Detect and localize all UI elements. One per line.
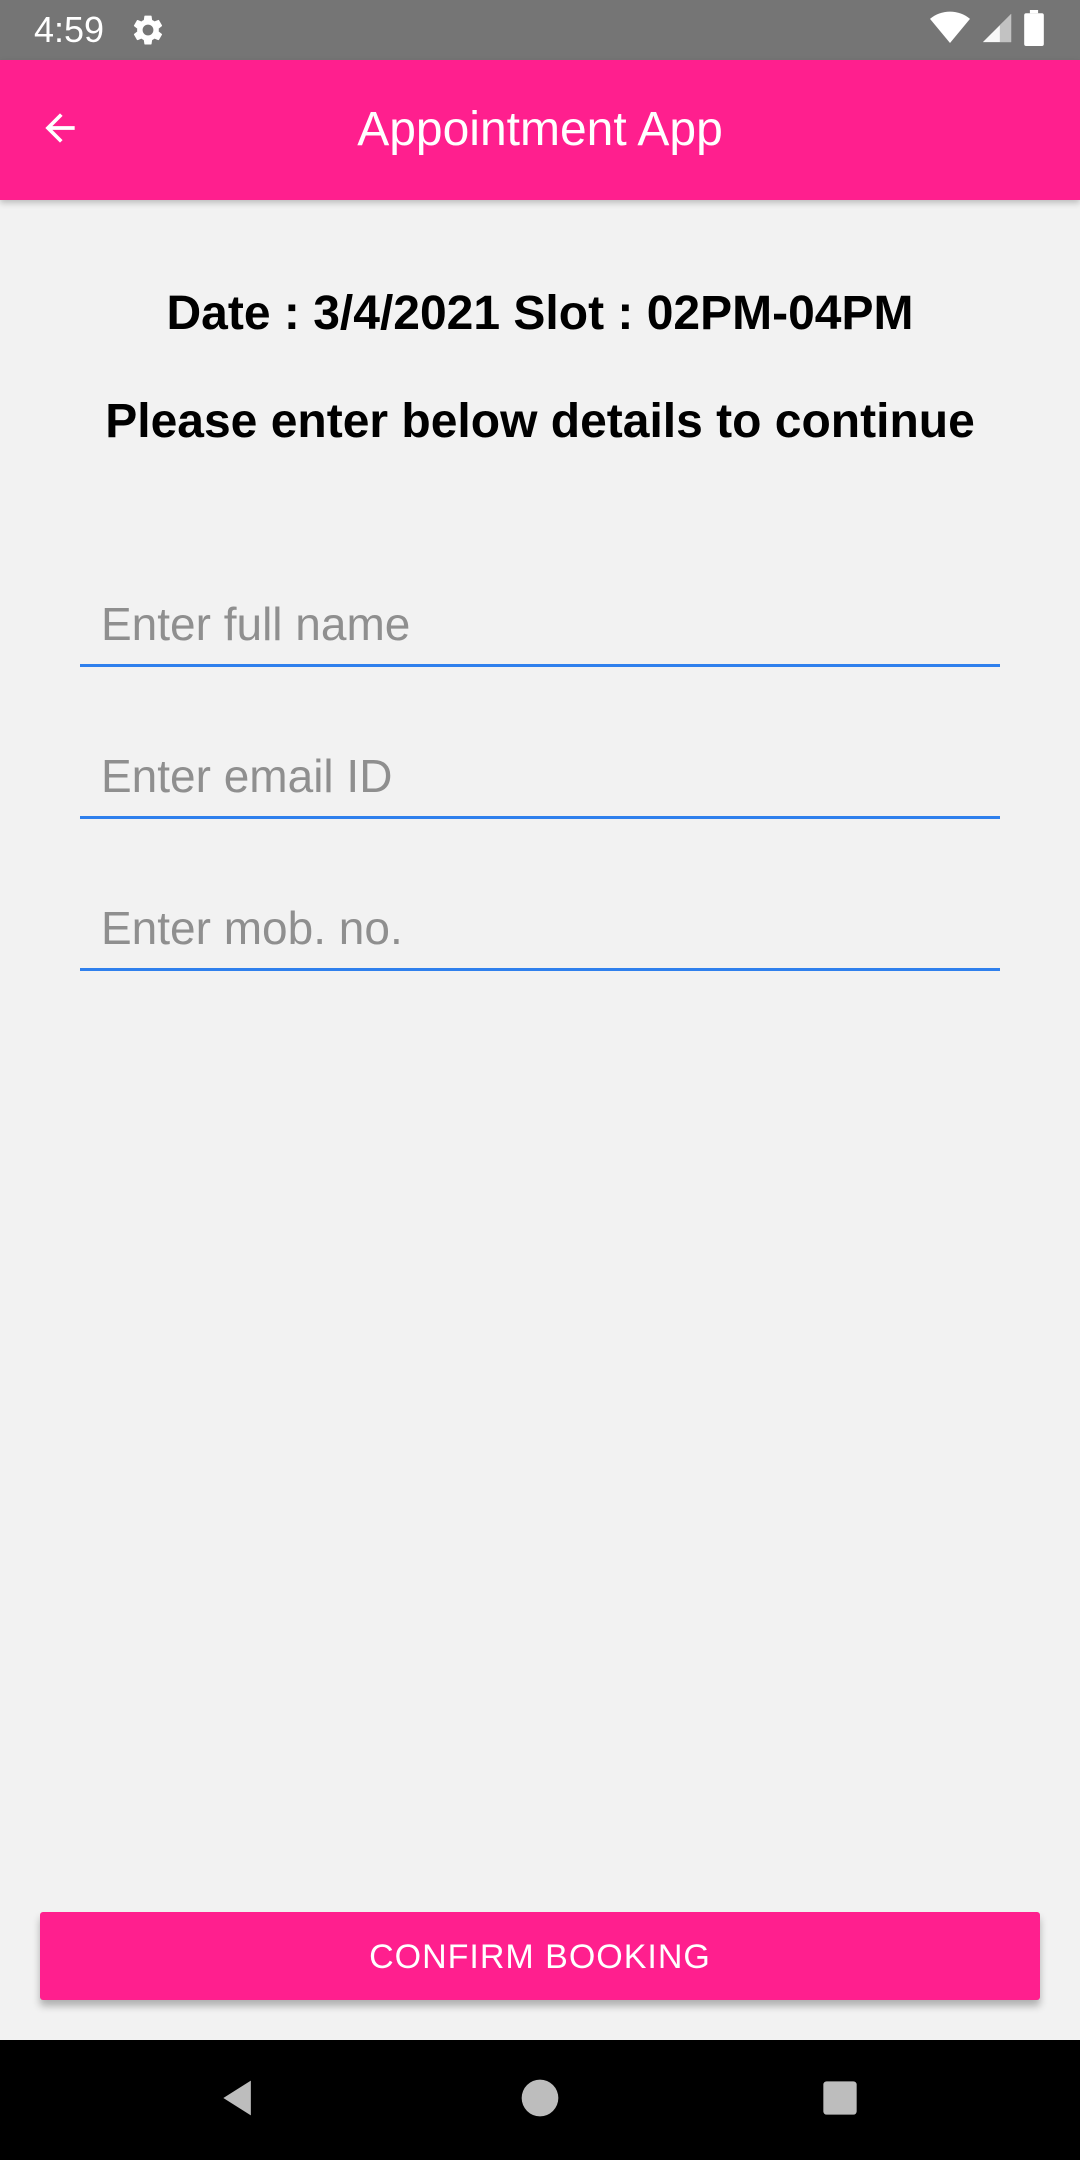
email-field (80, 736, 1000, 819)
nav-recents-button[interactable] (810, 2070, 870, 2130)
battery-icon (1024, 9, 1044, 51)
cellular-signal-icon (980, 11, 1014, 50)
date-slot-label: Date : 3/4/2021 Slot : 02PM-04PM (166, 287, 914, 340)
full-name-field (80, 584, 1000, 667)
nav-recents-icon (820, 2078, 860, 2123)
nav-home-icon (520, 2078, 560, 2123)
instruction-label: Please enter below details to continue (105, 395, 975, 448)
app-bar: Appointment App (0, 60, 1080, 200)
mobile-input[interactable] (80, 888, 1000, 968)
nav-back-button[interactable] (208, 2070, 268, 2130)
screen: 4:59 Appointment App Date: 3/4/2021 Slo… (0, 0, 1080, 2160)
app-title: Appointment App (0, 60, 1080, 200)
nav-back-icon (216, 2076, 260, 2125)
app-title-text: Appointment App (357, 103, 723, 156)
full-name-input[interactable] (80, 584, 1000, 664)
mobile-field (80, 888, 1000, 971)
nav-home-button[interactable] (510, 2070, 570, 2130)
status-time: 4:59 (34, 9, 105, 50)
status-icons (930, 9, 1044, 51)
confirm-booking-button[interactable]: CONFIRM BOOKING (40, 1912, 1040, 2000)
status-bar: 4:59 (0, 0, 1080, 60)
wifi-icon (930, 11, 970, 50)
system-nav-bar (0, 2040, 1080, 2160)
email-input[interactable] (80, 736, 1000, 816)
settings-gear-icon (130, 12, 166, 48)
